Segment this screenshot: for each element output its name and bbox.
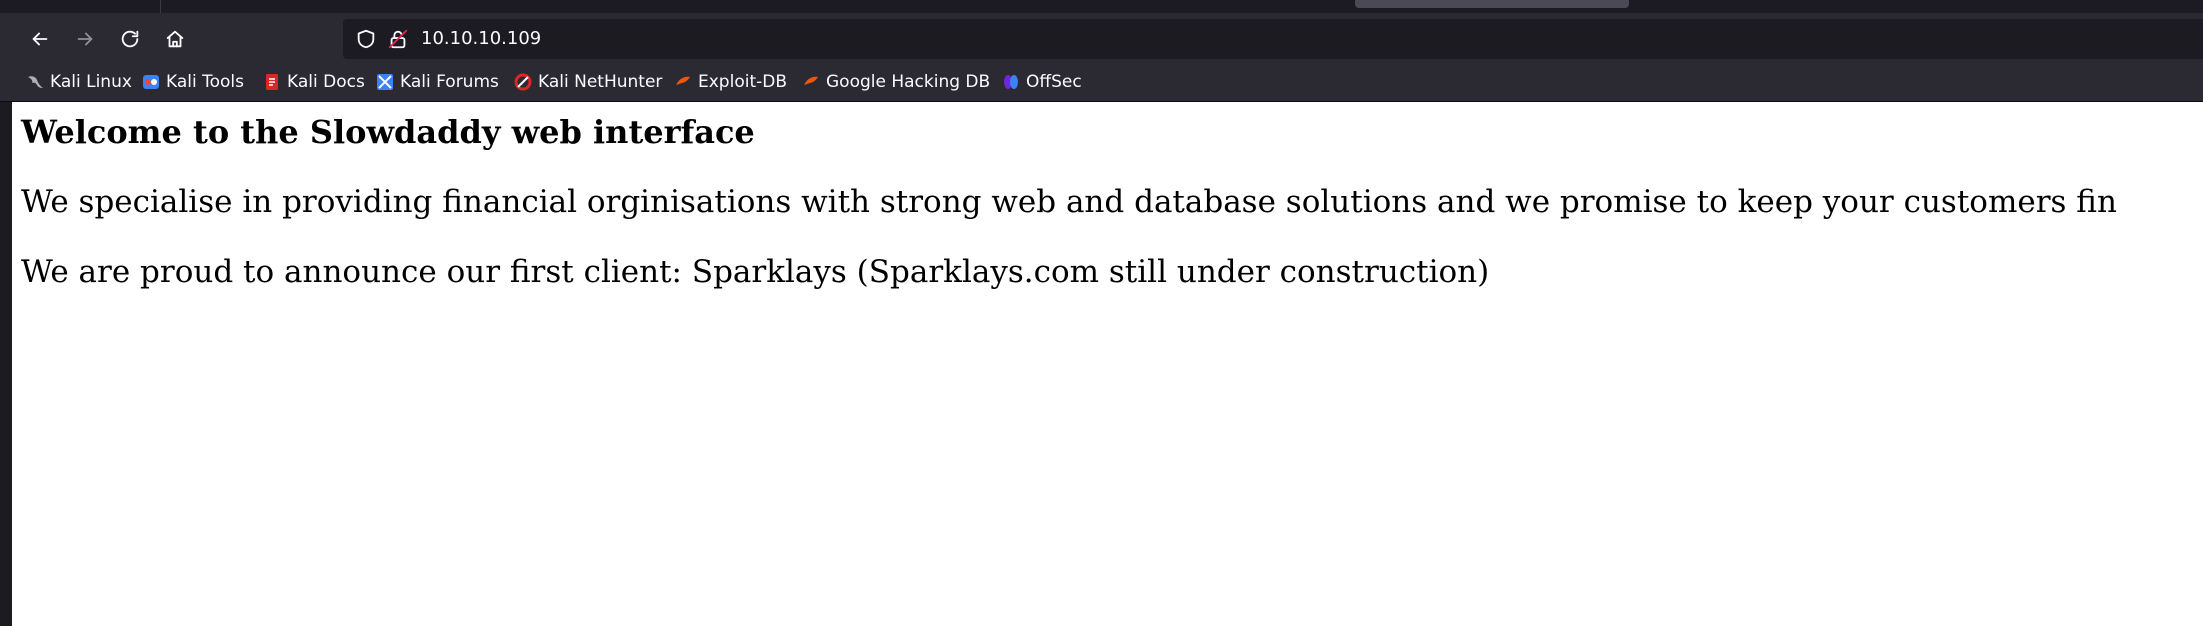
page-heading: Welcome to the Slowdaddy web interface (21, 113, 755, 151)
bookmark-offsec[interactable]: OffSec (1002, 71, 1082, 93)
intro-paragraph: We specialise in providing financial org… (21, 184, 2117, 220)
kali-forums-icon (377, 74, 393, 90)
active-tab-edge[interactable] (160, 0, 2203, 13)
offsec-icon (1004, 75, 1018, 89)
url-text[interactable]: 10.10.10.109 (421, 28, 541, 50)
navigation-toolbar: 10.10.10.109 (0, 13, 2203, 63)
ghdb-icon (804, 76, 818, 85)
bookmark-kali-nethunter[interactable]: Kali NetHunter (514, 71, 662, 93)
page-viewport: Welcome to the Slowdaddy web interface W… (12, 102, 2203, 626)
bookmark-label: Exploit-DB (698, 72, 787, 92)
kali-dragon-icon (28, 76, 43, 88)
tracking-protection-shield-icon[interactable] (355, 28, 377, 50)
arrow-right-icon (77, 32, 93, 46)
reload-icon (121, 30, 139, 48)
bookmark-kali-tools[interactable]: Kali Tools (142, 71, 244, 93)
bookmark-kali-forums[interactable]: Kali Forums (376, 71, 499, 93)
bookmark-kali-docs[interactable]: Kali Docs (263, 71, 365, 93)
bookmark-kali-linux[interactable]: Kali Linux (26, 71, 132, 93)
bookmark-exploit-db[interactable]: Exploit-DB (674, 71, 787, 93)
tab-strip (0, 0, 2203, 13)
bookmarks-toolbar: Kali Linux Kali Tools Kali Docs Kali For… (0, 63, 2203, 102)
bookmark-label: Kali NetHunter (538, 72, 663, 92)
nethunter-icon (514, 73, 532, 91)
bookmark-google-hacking-db[interactable]: Google Hacking DB (802, 71, 990, 93)
home-icon (166, 30, 184, 48)
bookmark-label: Kali Docs (287, 72, 365, 92)
browser-window: 10.10.10.109 Kali Linux Kali Tools Kali … (0, 0, 2203, 626)
exploit-db-icon (676, 76, 690, 85)
bookmark-label: OffSec (1026, 72, 1082, 92)
kali-docs-icon (266, 74, 278, 90)
address-bar[interactable]: 10.10.10.109 (343, 19, 2203, 59)
bookmark-label: Kali Tools (166, 72, 244, 92)
bookmark-label: Kali Forums (400, 72, 499, 92)
insecure-lock-icon[interactable] (387, 28, 409, 50)
home-button[interactable] (157, 21, 193, 57)
forward-button[interactable] (67, 21, 103, 57)
tab-scroll-thumb[interactable] (1355, 0, 1629, 8)
bookmark-label: Kali Linux (50, 72, 132, 92)
client-announcement-paragraph: We are proud to announce our first clien… (21, 254, 1490, 290)
kali-tools-icon (143, 75, 159, 89)
window-left-edge (0, 102, 12, 626)
bookmark-label: Google Hacking DB (826, 72, 991, 92)
arrow-left-icon (32, 32, 48, 46)
back-button[interactable] (22, 21, 58, 57)
reload-button[interactable] (112, 21, 148, 57)
